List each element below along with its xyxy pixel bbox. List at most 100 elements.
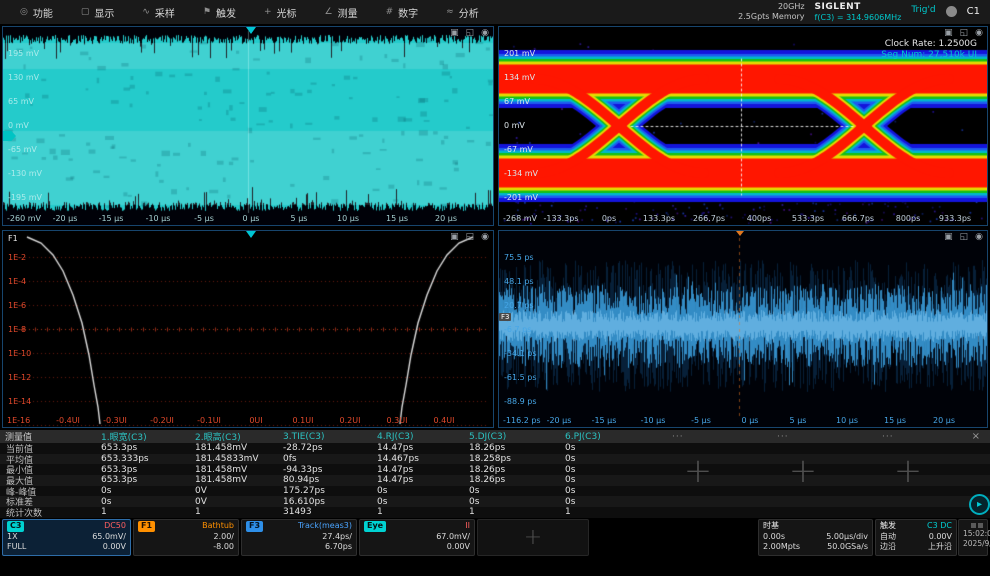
eye-badge: Eye (364, 521, 386, 532)
table-row: 标准差 0s 0V 16.610ps 0s 0s 0s (0, 496, 990, 507)
expand-icon[interactable]: ◱ (960, 28, 969, 38)
column-header-eye-width[interactable]: 1.眼宽(C3) (96, 430, 190, 443)
panel-eye-diagram: ▣ ◱ ◉ Clock Rate: 1.2500G Seg Num: 27,51… (498, 26, 988, 226)
f3-offset: 6.70ps (325, 542, 352, 553)
trigger-position-marker[interactable] (246, 231, 256, 238)
cell-value: 0s (560, 475, 646, 485)
cell-value: 14.47ps (372, 465, 464, 475)
menu-item-trigger[interactable]: ⚑触发 (189, 0, 250, 24)
cell-value: 16.610ps (278, 497, 372, 507)
cell-value: 0V (190, 497, 278, 507)
status-bar: C3 DC50 1X 65.0mV/ FULL 0.00V F1Bathtub 2.0… (0, 519, 990, 557)
more-column-header[interactable]: ··· (646, 432, 751, 442)
eye-descriptor[interactable]: EyeII 67.0mV/ 0.00V (359, 519, 475, 556)
bandwidth-limit: FULL (7, 542, 26, 553)
trigger-status: Trig'd (911, 2, 935, 15)
clock-box[interactable]: 15:02:07 2025/9/5 (958, 519, 988, 556)
menu-item-label: 分析 (459, 5, 479, 20)
bathtub-canvas[interactable] (3, 231, 493, 427)
f1-trace-tag[interactable]: F1 (6, 234, 20, 243)
trigger-position-marker[interactable] (736, 231, 744, 236)
cell-value: 653.3ps (96, 465, 190, 475)
cell-value: 1 (560, 507, 646, 517)
coupling-label: DC50 (104, 521, 126, 532)
cell-value: 0s (372, 497, 464, 507)
cell-value: 18.258ps (464, 454, 560, 464)
bandwidth-label: 20GHz (738, 2, 804, 12)
cursor-icon: + (264, 7, 272, 17)
menu-item-digital[interactable]: #数字 (372, 0, 433, 24)
close-icon[interactable]: × (972, 431, 990, 442)
cell-value: -94.33ps (278, 465, 372, 475)
timebase-descriptor[interactable]: 时基 0.00s5.00μs/div 2.00Mpts50.0GSa/s (758, 519, 873, 556)
menu-item-cursor[interactable]: +光标 (250, 0, 311, 24)
column-header-dj[interactable]: 5.DJ(C3) (464, 432, 560, 442)
cell-value: 653.333ps (96, 454, 190, 464)
cell-value: 175.27ps (278, 486, 372, 496)
f3-track-descriptor[interactable]: F3Track(meas3) 27.4ps/ 6.70ps (241, 519, 357, 556)
side-panel-toggle[interactable]: ▸ (969, 494, 990, 515)
table-row: 最大值 653.3ps 181.458mV 80.94ps 14.47ps 18… (0, 475, 990, 486)
measurement-table: 测量值 1.眼宽(C3) 2.眼高(C3) 3.TIE(C3) 4.RJ(C3)… (0, 430, 990, 518)
add-trace-button[interactable]: + (477, 519, 589, 556)
c3-waveform-canvas[interactable] (3, 27, 493, 225)
trigger-level: 0.00V (929, 532, 952, 543)
f1-bathtub-descriptor[interactable]: F1Bathtub 2.00/ -8.00 (133, 519, 239, 556)
expand-icon[interactable]: ◱ (466, 232, 475, 242)
table-row: 平均值 653.333ps 181.45833mV 0fs 14.467ps 1… (0, 454, 990, 465)
cell-value: 1 (372, 507, 464, 517)
trigger-frequency: f(C3) = 314.9606MHz (815, 13, 902, 23)
menu-item-display[interactable]: ▢显示 (67, 0, 129, 24)
measure-icon: ∠ (325, 7, 333, 17)
display-icon: ▢ (81, 7, 90, 17)
active-channel-label[interactable]: C1 (967, 6, 984, 17)
more-column-header[interactable]: ··· (751, 432, 856, 442)
add-measurement-button[interactable]: + (789, 454, 818, 488)
probe-label: 1X (7, 532, 18, 543)
measurement-table-header: 测量值 1.眼宽(C3) 2.眼高(C3) 3.TIE(C3) 4.RJ(C3)… (0, 430, 990, 443)
pin-icon[interactable]: ◉ (481, 232, 489, 242)
clock-rate-readout: Clock Rate: 1.2500G (885, 39, 977, 49)
expand-icon[interactable]: ◱ (466, 28, 475, 38)
timebase-delay: 0.00s (763, 532, 785, 543)
expand-icon[interactable]: ◱ (960, 232, 969, 242)
eye-scale: 67.0mV/ (436, 532, 470, 543)
cell-value: 0s (372, 486, 464, 496)
column-header-tie[interactable]: 3.TIE(C3) (278, 432, 372, 442)
cell-value: 0V (190, 486, 278, 496)
trigger-label: 触发 (880, 521, 896, 532)
menu-item-acquire[interactable]: ∿采样 (128, 0, 189, 24)
trigger-descriptor[interactable]: 触发C3 DC 自动0.00V 边沿上升沿 (875, 519, 957, 556)
f3-trace-tag[interactable]: F3 (499, 313, 511, 321)
pin-icon[interactable]: ◉ (975, 28, 983, 38)
menu-item-measure[interactable]: ∠测量 (311, 0, 372, 24)
column-header-pj[interactable]: 6.PJ(C3) (560, 432, 646, 442)
cell-value: 1 (464, 507, 560, 517)
pin-icon[interactable]: ◉ (975, 232, 983, 242)
more-column-header[interactable]: ··· (856, 432, 961, 442)
screenshot-icon[interactable]: ▣ (944, 28, 953, 38)
table-row: 统计次数 1 1 31493 1 1 1 (0, 507, 990, 518)
cell-value: 1 (190, 507, 278, 517)
cell-value: 80.94ps (278, 475, 372, 485)
user-icon[interactable] (946, 6, 957, 17)
add-measurement-button[interactable]: + (894, 454, 923, 488)
pin-icon[interactable]: ◉ (481, 28, 489, 38)
timebase-label: 时基 (763, 521, 779, 532)
c3-badge: C3 (7, 521, 24, 532)
table-row: 最小值 653.3ps 181.458mV -94.33ps 14.47ps 1… (0, 464, 990, 475)
cell-value: 0s (464, 497, 560, 507)
screenshot-icon[interactable]: ▣ (944, 232, 953, 242)
channel-c3-descriptor[interactable]: C3DC50 1X65.0mV/ FULL0.00V (2, 519, 131, 556)
column-header-rj[interactable]: 4.RJ(C3) (372, 432, 464, 442)
screenshot-icon[interactable]: ▣ (450, 28, 459, 38)
screenshot-icon[interactable]: ▣ (450, 232, 459, 242)
vertical-scale: 65.0mV/ (92, 532, 126, 543)
cell-value: 0s (560, 443, 646, 453)
menu-item-analysis[interactable]: ≈分析 (432, 0, 493, 24)
column-header-eye-height[interactable]: 2.眼高(C3) (190, 430, 278, 443)
menu-item-function[interactable]: ◎功能 (6, 0, 67, 24)
tie-track-canvas[interactable] (499, 231, 987, 427)
add-measurement-button[interactable]: + (684, 454, 713, 488)
trigger-position-marker[interactable] (246, 27, 256, 34)
